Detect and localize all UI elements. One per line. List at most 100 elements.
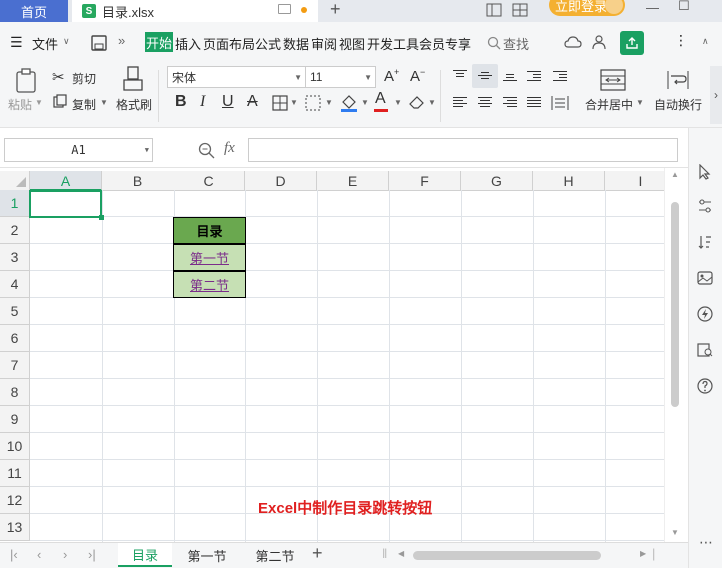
paste-dropdown-icon[interactable]: ▼: [35, 98, 43, 107]
wrap-text-button[interactable]: 自动换行: [654, 96, 702, 113]
image-tool-icon[interactable]: [697, 270, 715, 286]
copy-icon[interactable]: [53, 94, 67, 108]
next-sheet-icon[interactable]: ›: [63, 547, 67, 562]
menu-formulas[interactable]: 公式: [255, 34, 281, 53]
more-tools-icon[interactable]: ⋯: [697, 534, 715, 551]
menu-review[interactable]: 审阅: [311, 34, 337, 53]
login-button[interactable]: 立即登录: [549, 0, 625, 16]
prev-sheet-icon[interactable]: ‹: [37, 547, 41, 562]
copy-button[interactable]: 复制: [72, 96, 96, 113]
ribbon-scroll-right-icon[interactable]: ›: [710, 66, 722, 124]
align-top-icon[interactable]: [453, 70, 467, 82]
hamburger-menu-icon[interactable]: ☰: [10, 34, 23, 51]
menu-start[interactable]: 开始: [145, 32, 173, 52]
strikethrough-icon[interactable]: A: [247, 93, 258, 111]
active-cell-a1[interactable]: [29, 190, 104, 220]
formula-input[interactable]: [248, 138, 678, 162]
horizontal-scroll-thumb[interactable]: [413, 551, 601, 560]
menu-file[interactable]: 文件: [32, 34, 58, 53]
font-color-dropdown-icon[interactable]: ▼: [394, 98, 402, 107]
sheet-tab-section-1[interactable]: 第一节: [178, 543, 236, 567]
book-search-icon[interactable]: [697, 342, 715, 358]
italic-icon[interactable]: I: [200, 93, 205, 111]
cut-button[interactable]: 剪切: [72, 70, 96, 87]
vertical-scroll-thumb[interactable]: [671, 202, 679, 407]
column-header-e[interactable]: E: [317, 171, 389, 191]
row-header-4[interactable]: 4: [0, 271, 30, 298]
lightning-icon[interactable]: [697, 306, 715, 322]
more-options-icon[interactable]: ⋮: [674, 32, 688, 49]
font-color-icon[interactable]: A: [375, 90, 386, 108]
vertical-scrollbar[interactable]: ▲ ▼: [664, 168, 688, 542]
more-chevron-icon[interactable]: »: [118, 33, 125, 48]
font-size-select[interactable]: 11 ▼: [305, 66, 376, 88]
underline-icon[interactable]: U: [222, 93, 234, 111]
share-button[interactable]: [620, 31, 644, 55]
cloud-sync-icon[interactable]: [564, 35, 582, 51]
format-painter-button[interactable]: 格式刷: [116, 96, 152, 113]
scissors-icon[interactable]: ✂: [52, 68, 65, 86]
font-name-select[interactable]: 宋体 ▼: [167, 66, 306, 88]
toc-link-section-2[interactable]: 第二节: [173, 271, 246, 298]
select-cursor-icon[interactable]: [697, 164, 715, 180]
fill-color-icon[interactable]: [340, 93, 358, 113]
row-header-12[interactable]: 12: [0, 487, 30, 514]
cell-fill-pattern-icon[interactable]: [305, 95, 323, 111]
sheet-tab-toc[interactable]: 目录: [118, 543, 172, 567]
help-icon[interactable]: [697, 378, 715, 394]
add-sheet-button[interactable]: +: [312, 543, 323, 564]
column-header-c[interactable]: C: [173, 171, 245, 191]
scroll-splitter[interactable]: |: [652, 546, 655, 561]
paste-icon[interactable]: [13, 68, 39, 94]
column-header-g[interactable]: G: [461, 171, 533, 191]
chevron-down-icon[interactable]: ∨: [63, 36, 70, 47]
merge-dropdown-icon[interactable]: ▼: [636, 98, 644, 107]
align-right-icon[interactable]: [503, 97, 517, 109]
row-header-1[interactable]: 1: [0, 190, 30, 217]
toc-header-cell[interactable]: 目录: [173, 217, 246, 244]
increase-indent-icon[interactable]: [553, 71, 567, 83]
distributed-align-icon[interactable]: [551, 95, 569, 111]
format-painter-icon[interactable]: [122, 66, 144, 92]
maximize-button[interactable]: ☐: [678, 0, 690, 14]
row-header-11[interactable]: 11: [0, 460, 30, 487]
collapse-ribbon-icon[interactable]: ∧: [702, 36, 709, 47]
pattern-dropdown-icon[interactable]: ▼: [325, 98, 333, 107]
bold-icon[interactable]: B: [175, 93, 187, 111]
column-header-f[interactable]: F: [389, 171, 461, 191]
border-dropdown-icon[interactable]: ▼: [290, 98, 298, 107]
new-tab-button[interactable]: +: [330, 0, 341, 20]
row-header-8[interactable]: 8: [0, 379, 30, 406]
fill-dropdown-icon[interactable]: ▼: [361, 98, 369, 107]
row-header-2[interactable]: 2: [0, 217, 30, 244]
sheet-tab-section-2[interactable]: 第二节: [246, 543, 304, 567]
layout-icon[interactable]: [486, 3, 502, 17]
increase-font-icon[interactable]: A+: [384, 67, 399, 85]
select-all-corner[interactable]: [0, 171, 30, 191]
grid-view-icon[interactable]: [512, 3, 528, 17]
zoom-function-icon[interactable]: [198, 142, 216, 160]
menu-insert[interactable]: 插入: [175, 34, 201, 53]
column-header-h[interactable]: H: [533, 171, 605, 191]
row-header-3[interactable]: 3: [0, 244, 30, 271]
scroll-down-icon[interactable]: ▼: [671, 528, 679, 537]
monitor-icon[interactable]: [278, 4, 291, 14]
paste-label[interactable]: 粘贴: [8, 96, 32, 113]
insert-function-icon[interactable]: fx: [224, 140, 235, 157]
menu-view[interactable]: 视图: [339, 34, 365, 53]
row-header-5[interactable]: 5: [0, 298, 30, 325]
menu-data[interactable]: 数据: [283, 34, 309, 53]
last-sheet-icon[interactable]: ›|: [88, 547, 96, 562]
search-icon[interactable]: [487, 36, 501, 50]
column-header-d[interactable]: D: [245, 171, 317, 191]
tab-splitter[interactable]: ‖: [382, 546, 387, 561]
column-header-a[interactable]: A: [30, 171, 102, 191]
collaborate-icon[interactable]: [592, 34, 608, 50]
row-header-7[interactable]: 7: [0, 352, 30, 379]
adjust-icon[interactable]: [697, 198, 715, 214]
row-header-10[interactable]: 10: [0, 433, 30, 460]
align-left-icon[interactable]: [453, 97, 467, 109]
column-header-i[interactable]: I: [605, 171, 664, 191]
scroll-right-icon[interactable]: ▶: [640, 549, 646, 558]
menu-developer[interactable]: 开发工具: [367, 34, 419, 53]
